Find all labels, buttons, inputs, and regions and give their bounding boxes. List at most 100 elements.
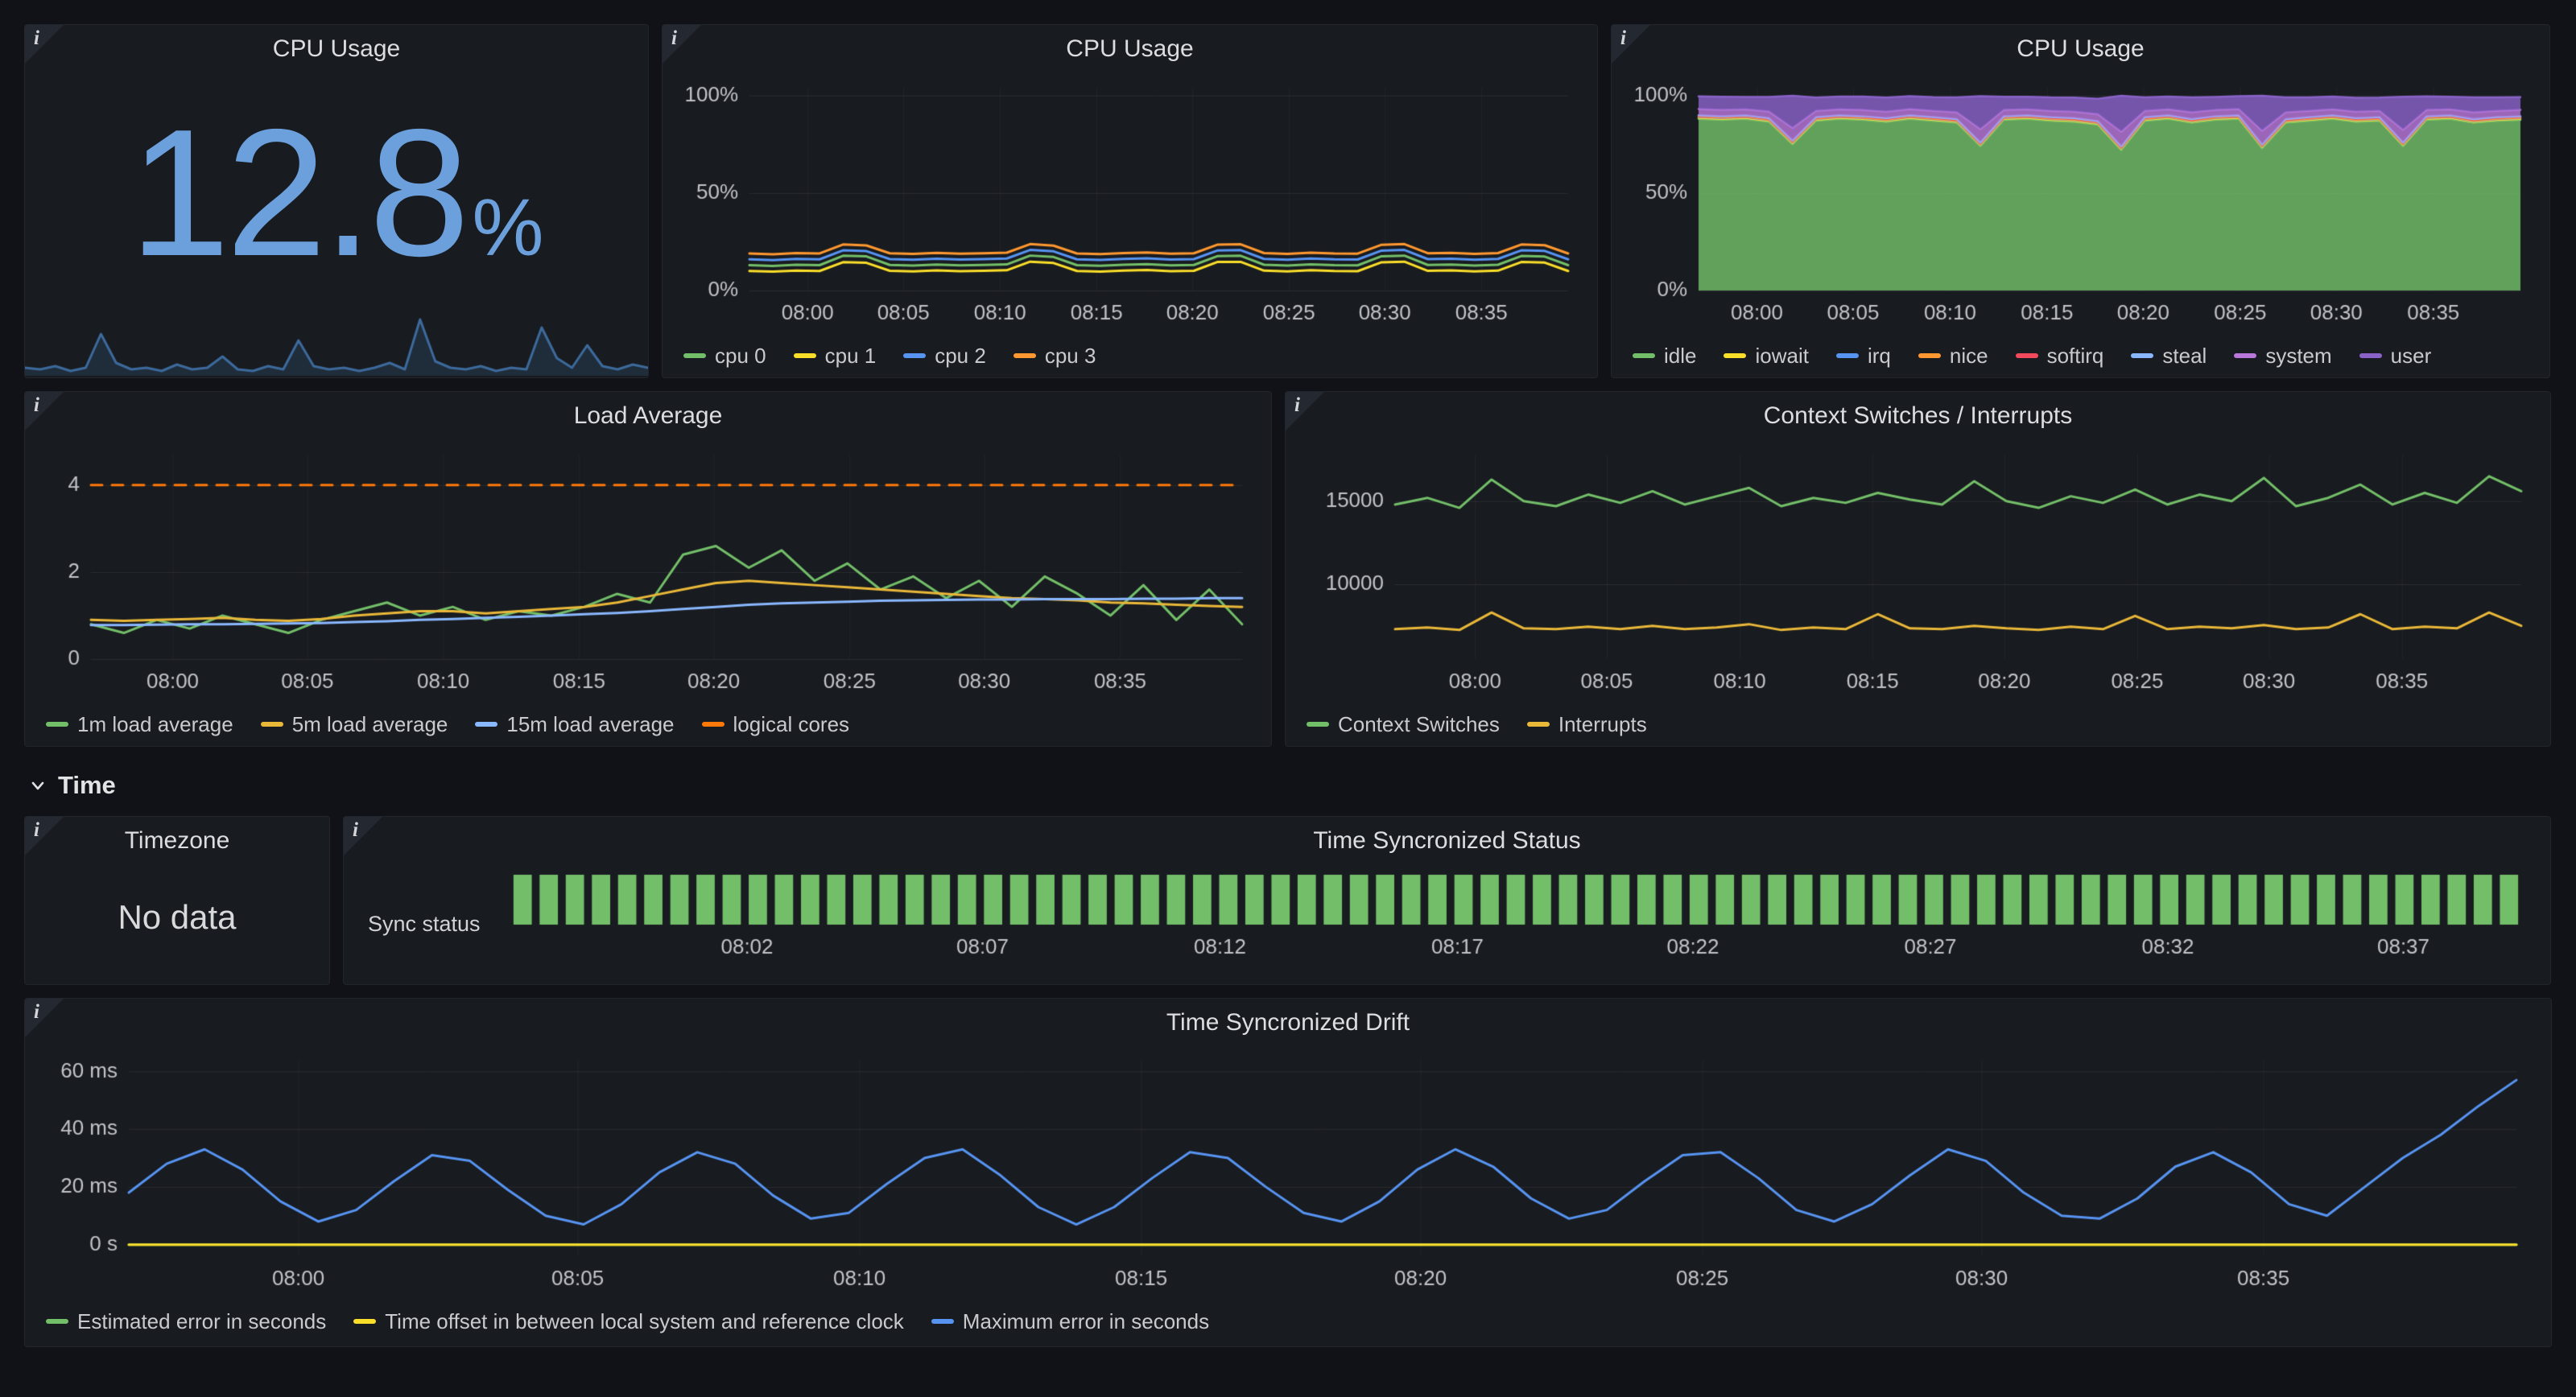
legend-swatch-icon <box>794 353 816 358</box>
legend-label: irq <box>1868 344 1891 369</box>
legend-label: idle <box>1664 344 1696 369</box>
legend-swatch-icon <box>2359 353 2382 358</box>
legend-item[interactable]: logical cores <box>702 712 850 737</box>
legend-item[interactable]: cpu 1 <box>794 344 877 369</box>
legend-item[interactable]: 15m load average <box>475 712 674 737</box>
time-drift-chart[interactable] <box>35 1047 2541 1296</box>
panel-info-corner[interactable] <box>25 999 64 1037</box>
panel-title[interactable]: Time Syncronized Status <box>344 817 2550 865</box>
chevron-down-icon[interactable] <box>27 775 48 796</box>
legend-item[interactable]: idle <box>1633 344 1696 369</box>
panel-info-corner[interactable] <box>344 817 382 855</box>
panel-context-switches: i Context Switches / Interrupts Context … <box>1285 391 2551 747</box>
legend-swatch-icon <box>1918 353 1941 358</box>
legend-item[interactable]: irq <box>1836 344 1891 369</box>
info-icon[interactable]: i <box>1620 27 1626 50</box>
cpu-per-core-legend: cpu 0 cpu 1 cpu 2 cpu 3 <box>663 331 1597 374</box>
legend-swatch-icon <box>1836 353 1859 358</box>
legend-item[interactable]: cpu 0 <box>683 344 766 369</box>
info-icon[interactable]: i <box>34 394 39 417</box>
legend-item[interactable]: 5m load average <box>261 712 448 737</box>
legend-label: logical cores <box>733 712 850 737</box>
legend-swatch-icon <box>475 722 497 727</box>
panel-title[interactable]: CPU Usage <box>25 25 648 73</box>
info-icon[interactable]: i <box>353 819 358 842</box>
legend-item[interactable]: Time offset in between local system and … <box>353 1309 904 1334</box>
legend-item[interactable]: 1m load average <box>46 712 233 737</box>
dashboard-row-4: i Time Syncronized Drift Estimated error… <box>24 998 2552 1347</box>
info-icon[interactable]: i <box>34 27 39 50</box>
cpu-modes-legend: idle iowait irq nice softirq steal system user <box>1612 331 2549 374</box>
load-average-chart[interactable] <box>35 440 1261 699</box>
legend-label: nice <box>1950 344 1988 369</box>
panel-info-corner[interactable] <box>1286 392 1324 431</box>
legend-swatch-icon <box>2016 353 2038 358</box>
legend-label: 15m load average <box>506 712 674 737</box>
legend-swatch-icon <box>2131 353 2153 358</box>
panel-load-average: i Load Average 1m load average 5m load av… <box>24 391 1272 747</box>
legend-swatch-icon <box>46 1319 68 1324</box>
legend-label: system <box>2265 344 2331 369</box>
legend-item[interactable]: user <box>2359 344 2432 369</box>
legend-swatch-icon <box>1724 353 1746 358</box>
cpu-sparkline-chart[interactable] <box>25 300 648 377</box>
info-icon[interactable]: i <box>671 27 677 50</box>
panel-title[interactable]: Time Syncronized Drift <box>25 999 2551 1047</box>
legend-label: Time offset in between local system and … <box>385 1309 904 1334</box>
legend-item[interactable]: nice <box>1918 344 1988 369</box>
legend-swatch-icon <box>46 722 68 727</box>
row-header-label[interactable]: Time <box>58 771 116 800</box>
legend-label: softirq <box>2047 344 2104 369</box>
legend-swatch-icon <box>261 722 283 727</box>
panel-cpu-usage-modes: i CPU Usage idle iowait irq nice softirq stea… <box>1611 24 2550 378</box>
legend-item[interactable]: Interrupts <box>1527 712 1647 737</box>
legend-swatch-icon <box>702 722 724 727</box>
legend-swatch-icon <box>931 1319 954 1324</box>
legend-item[interactable]: iowait <box>1724 344 1808 369</box>
legend-label: iowait <box>1755 344 1808 369</box>
legend-item[interactable]: cpu 2 <box>903 344 986 369</box>
info-icon[interactable]: i <box>34 1001 39 1024</box>
panel-title[interactable]: Load Average <box>25 392 1271 440</box>
info-icon[interactable]: i <box>1294 394 1300 417</box>
cpu-modes-chart[interactable] <box>1621 73 2540 331</box>
cpu-per-core-chart[interactable] <box>672 73 1587 331</box>
panel-info-corner[interactable] <box>25 817 64 855</box>
context-switches-chart[interactable] <box>1295 440 2541 699</box>
legend-label: Context Switches <box>1338 712 1500 737</box>
legend-label: cpu 0 <box>715 344 766 369</box>
panel-title[interactable]: CPU Usage <box>1612 25 2549 73</box>
legend-label: cpu 1 <box>825 344 877 369</box>
time-drift-legend: Estimated error in seconds Time offset in… <box>25 1296 2551 1340</box>
legend-label: Estimated error in seconds <box>77 1309 326 1334</box>
legend-label: user <box>2391 344 2432 369</box>
panel-info-corner[interactable] <box>25 392 64 431</box>
legend-swatch-icon <box>1633 353 1655 358</box>
panel-title[interactable]: Timezone <box>25 817 329 865</box>
panel-info-corner[interactable] <box>25 25 64 64</box>
panel-cpu-usage-stat: i CPU Usage 12.8% <box>24 24 649 378</box>
legend-swatch-icon <box>1527 722 1550 727</box>
dashboard-row-1: i CPU Usage 12.8% i CPU Usage cpu 0 cpu 1… <box>24 24 2552 378</box>
legend-label: cpu 2 <box>935 344 986 369</box>
legend-swatch-icon <box>903 353 926 358</box>
legend-item[interactable]: softirq <box>2016 344 2104 369</box>
panel-cpu-usage-per-core: i CPU Usage cpu 0 cpu 1 cpu 2 cpu 3 <box>662 24 1598 378</box>
legend-item[interactable]: Maximum error in seconds <box>931 1309 1209 1334</box>
dashboard-row-2: i Load Average 1m load average 5m load av… <box>24 391 2552 747</box>
legend-swatch-icon <box>1307 722 1329 727</box>
panel-info-corner[interactable] <box>663 25 701 64</box>
legend-item[interactable]: Estimated error in seconds <box>46 1309 326 1334</box>
legend-swatch-icon <box>1013 353 1036 358</box>
panel-title[interactable]: Context Switches / Interrupts <box>1286 392 2550 440</box>
info-icon[interactable]: i <box>34 819 39 842</box>
panel-info-corner[interactable] <box>1612 25 1650 64</box>
legend-item[interactable]: cpu 3 <box>1013 344 1096 369</box>
row-header-time[interactable]: Time <box>27 771 2552 800</box>
panel-sync-status: i Time Syncronized Status Sync status <box>343 816 2551 985</box>
legend-item[interactable]: steal <box>2131 344 2207 369</box>
panel-title[interactable]: CPU Usage <box>663 25 1597 73</box>
legend-item[interactable]: system <box>2234 344 2331 369</box>
legend-item[interactable]: Context Switches <box>1307 712 1500 737</box>
sync-status-timeline-chart[interactable] <box>505 865 2541 983</box>
